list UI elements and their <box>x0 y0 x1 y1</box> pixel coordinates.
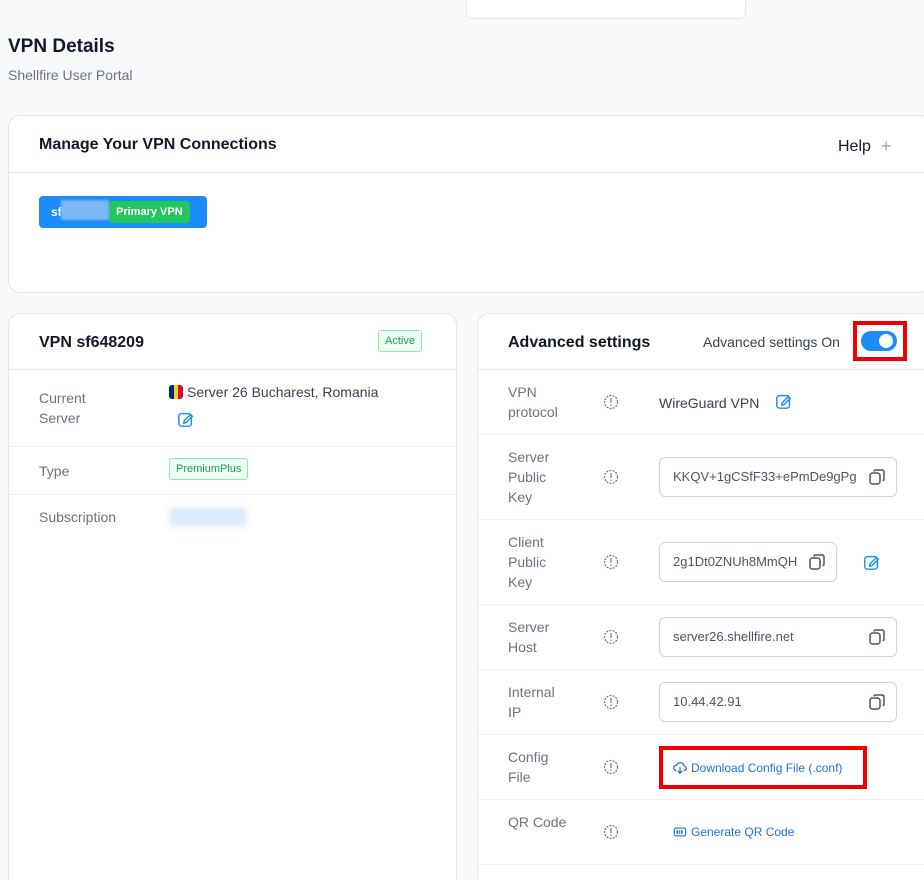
info-icon[interactable] <box>603 554 619 570</box>
copy-icon[interactable] <box>808 553 826 571</box>
edit-client-key-icon[interactable] <box>863 553 881 571</box>
vpn-protocol-label: VPN protocol <box>508 384 558 420</box>
status-badge: Active <box>378 330 422 352</box>
redacted-subscription <box>169 507 247 527</box>
vpn-protocol-row: VPN protocol WireGuard VPN <box>478 370 924 435</box>
server-host-row: Server Host server26.shellfire.net <box>478 605 924 670</box>
subscription-label: Subscription <box>39 509 117 525</box>
current-server-row: Current Server Server 26 Bucharest, Roma… <box>9 370 456 447</box>
advanced-toggle-label: Advanced settings On <box>703 334 840 350</box>
type-row: Type PremiumPlus <box>9 447 456 495</box>
internal-ip-field[interactable]: 10.44.42.91 <box>659 682 897 722</box>
edit-server-icon[interactable] <box>177 410 195 428</box>
client-public-key-row: Client Public Key 2g1Dt0ZNUh8MmQH <box>478 520 924 605</box>
manage-connections-card: Manage Your VPN Connections Help + sf Pr… <box>8 115 924 293</box>
info-icon[interactable] <box>603 629 619 645</box>
vpn-chip-id: sf <box>51 200 109 220</box>
server-public-key-label: Server Public Key <box>508 449 550 505</box>
config-file-label: Config File <box>508 749 549 785</box>
edit-protocol-icon[interactable] <box>775 392 793 410</box>
type-label: Type <box>39 463 70 479</box>
advanced-settings-toggle[interactable] <box>861 331 897 351</box>
toggle-knob <box>879 334 893 348</box>
config-file-row: Config File Download Config File (.conf) <box>478 735 924 800</box>
copy-icon[interactable] <box>868 693 886 711</box>
manage-card-title: Manage Your VPN Connections <box>39 136 277 153</box>
info-icon[interactable] <box>603 469 619 485</box>
page-subtitle: Shellfire User Portal <box>8 67 133 83</box>
cloud-download-icon <box>673 762 687 775</box>
server-host-label: Server Host <box>508 619 550 655</box>
current-server-value: Server 26 Bucharest, Romania <box>169 384 378 400</box>
qr-code-row: QR Code Generate QR Code <box>478 800 924 865</box>
info-icon[interactable] <box>603 824 619 840</box>
server-public-key-row: Server Public Key KKQV+1gCSfF33+ePmDe9gP… <box>478 435 924 520</box>
info-icon[interactable] <box>603 759 619 775</box>
server-public-key-field[interactable]: KKQV+1gCSfF33+ePmDe9gPg <box>659 457 897 497</box>
qr-code-label: QR Code <box>508 814 567 830</box>
romania-flag-icon <box>169 385 183 399</box>
generate-qr-link[interactable]: Generate QR Code <box>673 825 794 839</box>
redacted-id <box>61 200 109 220</box>
help-toggle[interactable]: Help + <box>838 136 891 157</box>
plus-icon: + <box>880 136 892 156</box>
copy-icon[interactable] <box>868 628 886 646</box>
top-panel-stub <box>466 0 746 19</box>
highlight-box <box>853 321 907 361</box>
client-public-key-field[interactable]: 2g1Dt0ZNUh8MmQH <box>659 542 837 582</box>
vpn-connection-chip[interactable]: sf Primary VPN <box>39 196 207 228</box>
download-config-link[interactable]: Download Config File (.conf) <box>673 761 842 775</box>
vpn-protocol-value: WireGuard VPN <box>659 395 760 411</box>
vpn-info-card: VPN sf648209 Active Current Server Serve… <box>8 313 457 880</box>
vpn-title: VPN sf648209 <box>39 334 144 351</box>
info-icon[interactable] <box>603 394 619 410</box>
info-icon[interactable] <box>603 694 619 710</box>
page-title: VPN Details <box>8 36 115 57</box>
advanced-title: Advanced settings <box>508 334 651 351</box>
primary-vpn-badge: Primary VPN <box>109 201 190 223</box>
qr-code-icon <box>673 827 687 837</box>
internal-ip-row: Internal IP 10.44.42.91 <box>478 670 924 735</box>
server-host-field[interactable]: server26.shellfire.net <box>659 617 897 657</box>
help-label: Help <box>838 137 871 155</box>
copy-icon[interactable] <box>868 468 886 486</box>
subscription-row: Subscription <box>9 495 456 543</box>
internal-ip-label: Internal IP <box>508 684 555 720</box>
type-badge: PremiumPlus <box>169 458 249 480</box>
advanced-card-header: Advanced settings Advanced settings On <box>478 314 924 370</box>
advanced-settings-card: Advanced settings Advanced settings On V… <box>477 313 924 880</box>
type-value: PremiumPlus <box>169 458 249 480</box>
subscription-value <box>169 507 247 530</box>
client-public-key-label: Client Public Key <box>508 534 547 590</box>
vpn-card-header: VPN sf648209 Active <box>9 314 456 370</box>
current-server-label: Current Server <box>39 390 86 426</box>
manage-card-header: Manage Your VPN Connections Help + <box>9 116 924 173</box>
